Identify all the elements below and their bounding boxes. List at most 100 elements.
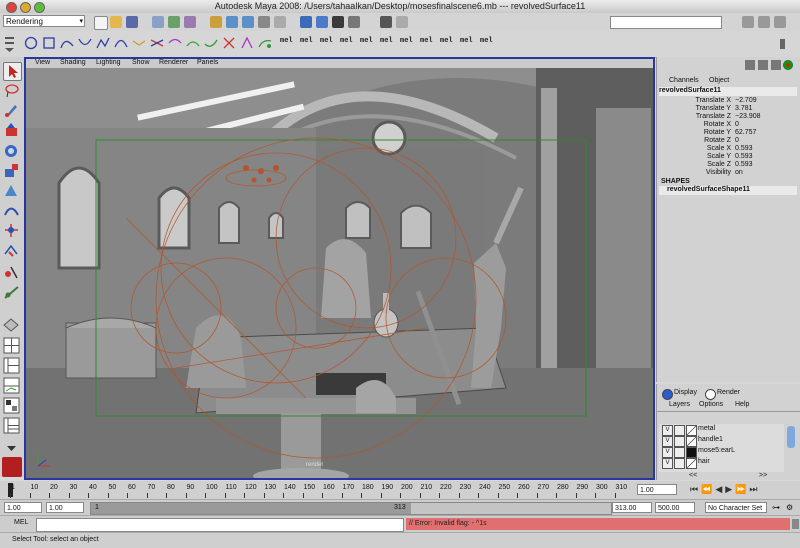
panel-menu-renderer[interactable]: Renderer xyxy=(159,59,188,66)
persp-outliner-layout-icon[interactable] xyxy=(3,357,20,374)
key-icon[interactable]: ⊶ xyxy=(772,503,780,512)
save-scene-icon[interactable] xyxy=(126,16,138,28)
channel-value[interactable]: 62.757 xyxy=(735,129,756,136)
channel-value[interactable]: 0 xyxy=(735,121,739,128)
panel-menu-view[interactable]: View xyxy=(35,59,50,66)
hypershade-icon[interactable] xyxy=(348,16,360,28)
channel-value[interactable]: 0.593 xyxy=(735,153,753,160)
template-toggle[interactable] xyxy=(674,436,685,447)
template-toggle[interactable] xyxy=(674,458,685,469)
panel-menu-show[interactable]: Show xyxy=(132,59,150,66)
list-item[interactable]: V handle1 xyxy=(662,436,790,447)
move-tool-icon[interactable] xyxy=(3,122,20,139)
detach-curves-icon[interactable] xyxy=(150,36,164,50)
persp-outliner-graph-layout-icon[interactable] xyxy=(3,417,20,434)
start-time-field[interactable]: 1.00 xyxy=(4,502,42,513)
channel-row[interactable]: Translate Y 3.781 xyxy=(657,105,800,113)
circle-curve-icon[interactable] xyxy=(24,36,38,50)
channel-value[interactable]: 0.593 xyxy=(735,145,753,152)
channel-box-tool-layout-icon[interactable] xyxy=(771,60,781,70)
help-menu[interactable]: Help xyxy=(735,401,749,408)
range-bar-handle[interactable] xyxy=(91,503,411,514)
snap-plane-icon[interactable] xyxy=(258,16,270,28)
list-item[interactable]: V mose5:earL xyxy=(662,447,790,458)
panel-menu-lighting[interactable]: Lighting xyxy=(96,59,121,66)
mel-script-button[interactable]: mel xyxy=(460,37,473,45)
channel-row[interactable]: Rotate Y 62.757 xyxy=(657,129,800,137)
tab-object[interactable]: Object xyxy=(709,77,729,84)
playback-start-field[interactable]: 1.00 xyxy=(46,502,84,513)
insert-knot-icon[interactable] xyxy=(168,36,182,50)
scale-tool-icon[interactable] xyxy=(3,162,20,179)
snap-curve-icon[interactable] xyxy=(226,16,238,28)
layer-scrollbar[interactable] xyxy=(787,426,795,448)
layers-menu[interactable]: Layers xyxy=(669,401,690,408)
select-component-icon[interactable] xyxy=(184,16,196,28)
hypershade-persp-layout-icon[interactable] xyxy=(3,397,20,414)
channel-value[interactable]: 0.593 xyxy=(735,161,753,168)
channel-value[interactable]: 0 xyxy=(735,137,739,144)
crease-tool-icon[interactable] xyxy=(3,264,20,281)
go-to-end-icon[interactable]: ⏭ xyxy=(749,484,760,494)
channel-box-attribute-layout-icon[interactable] xyxy=(758,60,768,70)
layer-color-swatch[interactable] xyxy=(686,458,697,469)
end-time-field[interactable]: 500.00 xyxy=(655,502,695,513)
ipr-render-icon[interactable] xyxy=(316,16,328,28)
curve-editing-icon[interactable] xyxy=(258,36,272,50)
quick-selection-field[interactable] xyxy=(610,16,722,29)
channel-row[interactable]: Visibility on xyxy=(657,169,800,177)
shelf-scroll-icon[interactable] xyxy=(780,39,785,49)
manipulator-tool-icon[interactable] xyxy=(3,182,20,199)
mel-script-button[interactable]: mel xyxy=(360,37,373,45)
current-frame-field[interactable]: 1.00 xyxy=(637,484,677,495)
ep-curve-icon[interactable] xyxy=(78,36,92,50)
panel-menu-panels[interactable]: Panels xyxy=(197,59,218,66)
four-pane-layout-icon[interactable] xyxy=(3,337,20,354)
character-set-menu[interactable]: No Character Set xyxy=(705,502,767,513)
command-language-label[interactable]: MEL xyxy=(14,519,28,526)
channel-row[interactable]: Rotate X 0 xyxy=(657,121,800,129)
range-bar[interactable]: 1 313 xyxy=(90,502,612,515)
make-live-icon[interactable] xyxy=(274,16,286,28)
input-ops-icon[interactable] xyxy=(380,16,392,28)
step-forward-icon[interactable]: ⏩ xyxy=(735,484,749,494)
channel-row[interactable]: Scale Y 0.593 xyxy=(657,153,800,161)
mel-script-button[interactable]: mel xyxy=(300,37,313,45)
soft-mod-tool-icon[interactable] xyxy=(3,202,20,219)
channel-row[interactable]: Scale X 0.593 xyxy=(657,145,800,153)
script-editor-icon[interactable] xyxy=(792,519,799,529)
open-scene-icon[interactable] xyxy=(110,16,122,28)
visibility-toggle[interactable]: V xyxy=(662,458,673,469)
options-menu[interactable]: Options xyxy=(699,401,723,408)
mel-script-button[interactable]: mel xyxy=(380,37,393,45)
mel-script-button[interactable]: mel xyxy=(420,37,433,45)
step-back-icon[interactable]: ⏪ xyxy=(701,484,715,494)
layout-menu-icon[interactable] xyxy=(3,439,20,456)
mel-script-button[interactable]: mel xyxy=(280,37,293,45)
command-input[interactable] xyxy=(36,518,404,532)
rebuild-curve-icon[interactable] xyxy=(222,36,236,50)
select-object-icon[interactable] xyxy=(168,16,180,28)
new-scene-icon[interactable] xyxy=(94,16,108,30)
select-hierarchy-icon[interactable] xyxy=(152,16,164,28)
snap-grid-icon[interactable] xyxy=(210,16,222,28)
panel-menu-shading[interactable]: Shading xyxy=(60,59,86,66)
shelf-tab-menu-icon[interactable] xyxy=(4,34,16,54)
play-backward-icon[interactable]: ◀ xyxy=(715,484,725,494)
channel-row[interactable]: Scale Z 0.593 xyxy=(657,161,800,169)
layer-nav-forward[interactable]: >> xyxy=(759,472,767,479)
template-toggle[interactable] xyxy=(674,425,685,436)
layer-color-swatch[interactable] xyxy=(686,447,697,458)
menu-set-selector[interactable]: Rendering ▾ xyxy=(3,15,85,27)
extend-curve-icon[interactable] xyxy=(186,36,200,50)
single-pane-layout-icon[interactable] xyxy=(3,317,20,334)
channel-value[interactable]: on xyxy=(735,169,743,176)
playback-end-field[interactable]: 313.00 xyxy=(612,502,652,513)
mel-script-button[interactable]: mel xyxy=(480,37,493,45)
play-forward-icon[interactable]: ▶ xyxy=(725,484,735,494)
tool-settings-toggle-icon[interactable] xyxy=(774,16,786,28)
time-slider[interactable]: 1 10 20 30 40 50 60 70 80 90 100 110 120 130 140 150 160… xyxy=(0,481,800,499)
channel-value[interactable]: −23.908 xyxy=(735,113,761,120)
square-curve-icon[interactable] xyxy=(42,36,56,50)
pencil-curve-icon[interactable] xyxy=(96,36,110,50)
